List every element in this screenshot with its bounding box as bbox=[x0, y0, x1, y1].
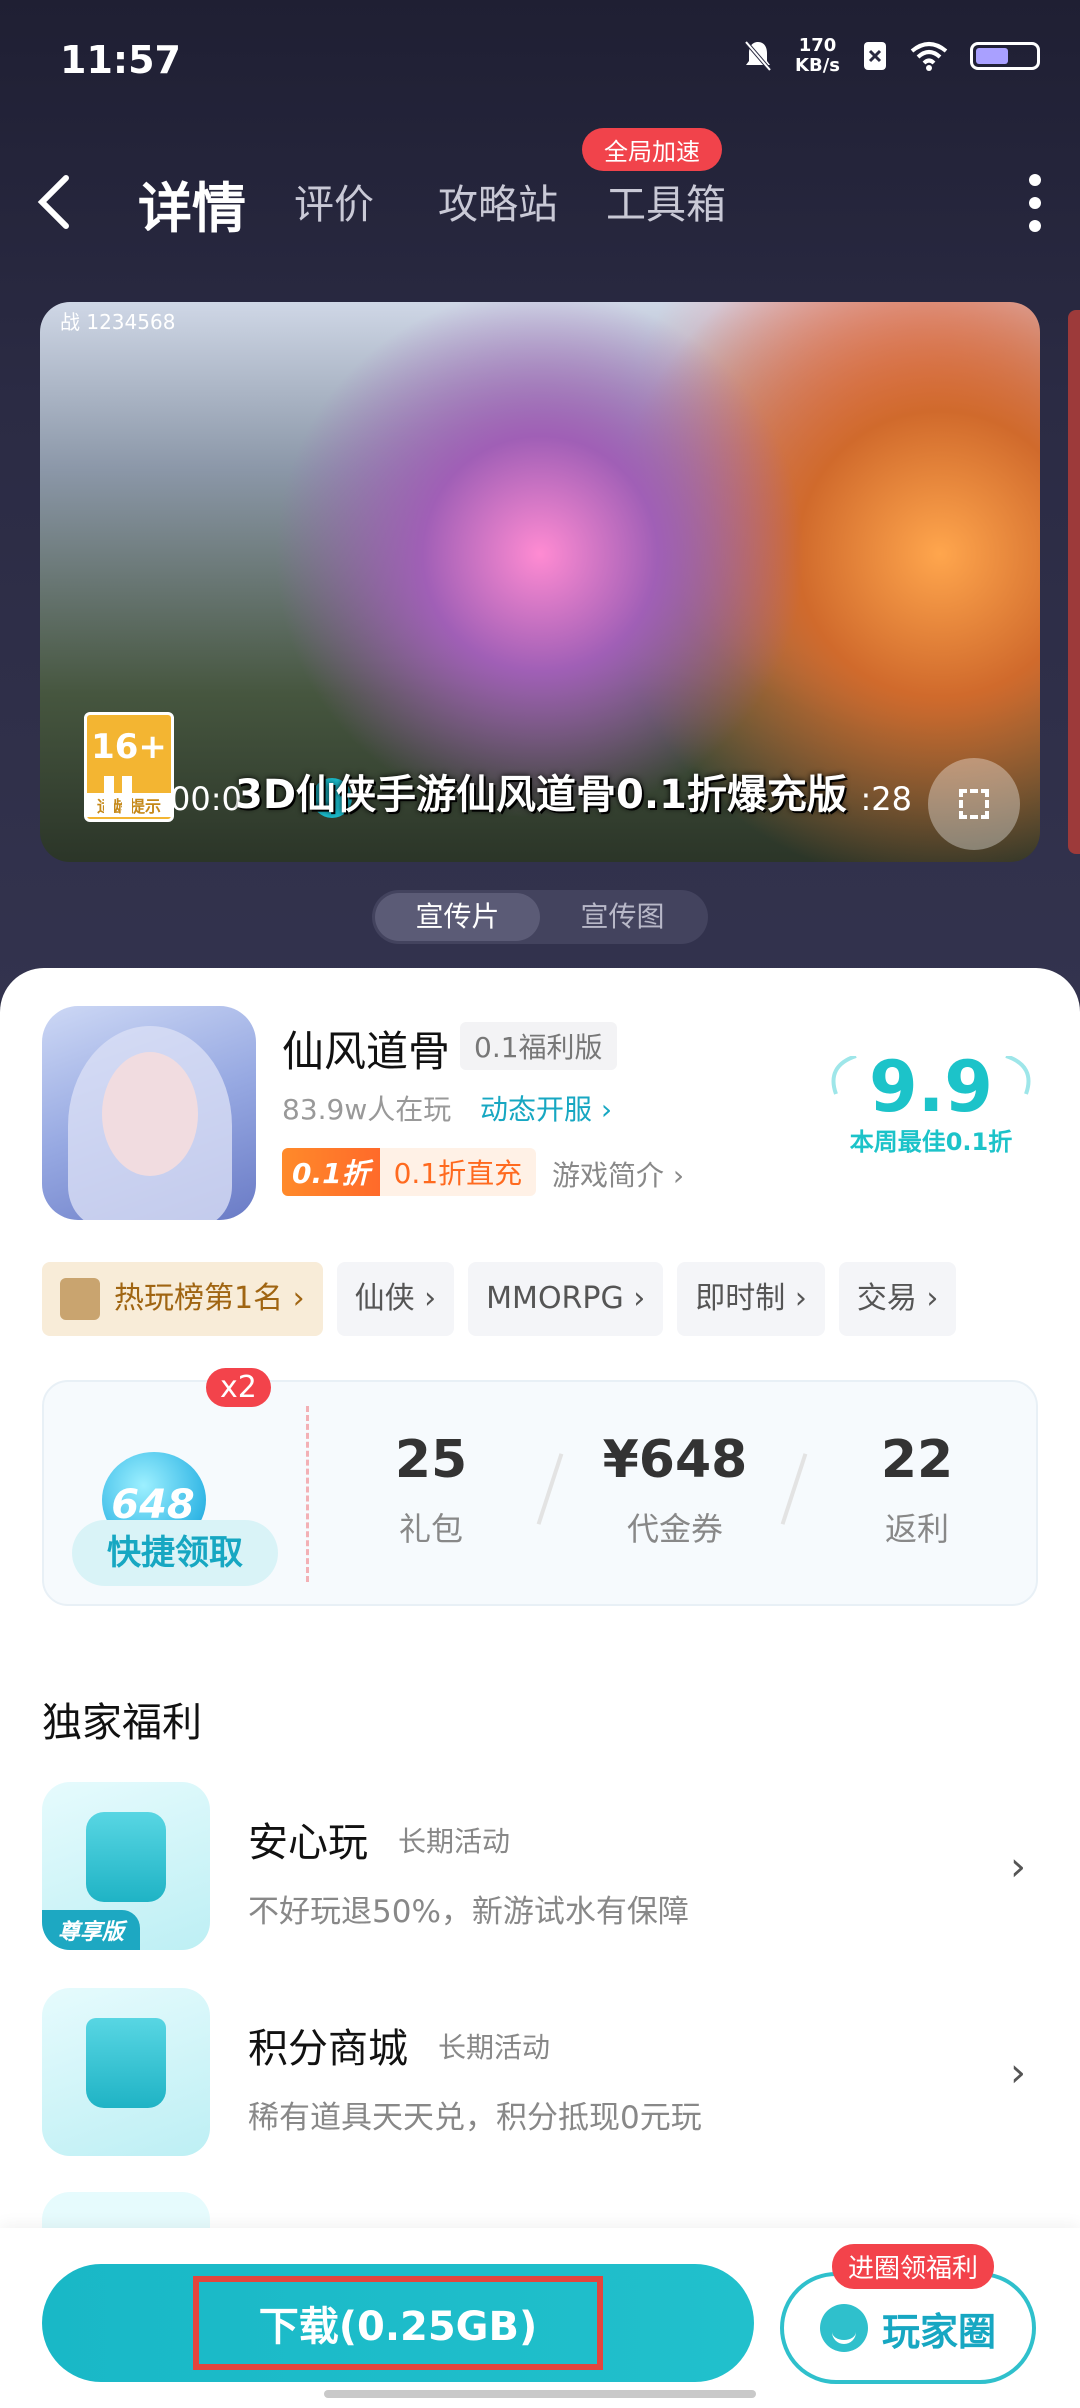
discount-text: 0.1折直充 bbox=[379, 1148, 537, 1196]
media-toggle: 宣传片 宣传图 bbox=[372, 890, 708, 944]
status-time: 11:57 bbox=[60, 38, 181, 82]
download-label: 下载(0.25GB) bbox=[192, 2276, 604, 2370]
video-time-total: :28 bbox=[860, 780, 913, 818]
multiplier-badge: x2 bbox=[206, 1368, 271, 1407]
quick-claim-button[interactable]: 快捷领取 bbox=[72, 1520, 278, 1586]
discount-tag: 0.1折 0.1折直充 bbox=[282, 1148, 537, 1196]
section-title-exclusive: 独家福利 bbox=[42, 1700, 202, 1746]
video-title: 3D仙侠手游仙风道骨0.1折爆充版 bbox=[235, 772, 847, 818]
tag-item[interactable]: 仙侠 › bbox=[336, 1262, 455, 1336]
fullscreen-icon[interactable] bbox=[928, 758, 1020, 850]
more-menu-icon[interactable] bbox=[1020, 168, 1050, 238]
home-indicator[interactable] bbox=[324, 2390, 756, 2398]
tag-hot-rank-label: 热玩榜第1名 › bbox=[114, 1281, 305, 1316]
age-rating: 16+ bbox=[91, 727, 167, 767]
pause-icon[interactable] bbox=[104, 776, 134, 816]
next-media-peek[interactable] bbox=[1068, 310, 1080, 854]
stat-label: 代金券 bbox=[626, 1510, 723, 1548]
score-label: 本周最佳0.1折 bbox=[849, 1128, 1013, 1156]
player-circle-label: 玩家圈 bbox=[881, 2309, 996, 2354]
toolbox-badge: 全局加速 bbox=[582, 128, 722, 171]
trophy-icon bbox=[60, 1278, 100, 1320]
discount-badge: 0.1折 bbox=[282, 1148, 380, 1196]
media-option-video[interactable]: 宣传片 bbox=[375, 893, 540, 941]
shop-icon bbox=[42, 1988, 210, 2156]
tag-item[interactable]: 交易 › bbox=[838, 1262, 957, 1336]
benefit-duration: 长期活动 bbox=[438, 2031, 551, 2064]
game-intro-link[interactable]: 游戏简介 › bbox=[552, 1154, 684, 1194]
benefit-item-partial[interactable] bbox=[42, 2192, 210, 2232]
laurel-icon bbox=[831, 1056, 1031, 1095]
shield-lightning-icon: 尊享版 bbox=[42, 1782, 210, 1950]
game-players: 83.9w人在玩 bbox=[282, 1093, 452, 1126]
benefit-desc: 稀有道具天天兑，积分抵现0元玩 bbox=[248, 2100, 702, 2136]
tag-hot-rank[interactable]: 热玩榜第1名 › bbox=[42, 1262, 323, 1336]
stat-gift-packs: 25 礼包 bbox=[346, 1430, 516, 1550]
benefit-duration: 长期活动 bbox=[398, 1825, 511, 1858]
download-button[interactable]: 下载(0.25GB) bbox=[42, 2264, 754, 2382]
wifi-icon bbox=[910, 42, 948, 71]
benefit-item-peace-of-mind[interactable]: 尊享版 安心玩 长期活动 不好玩退50%，新游试水有保障 › bbox=[42, 1782, 1038, 1952]
smile-icon bbox=[819, 2304, 868, 2352]
tag-row: 热玩榜第1名 › 仙侠 › MMORPG › 即时制 › 交易 › bbox=[42, 1262, 957, 1336]
weekly-score: 9.9 本周最佳0.1折 bbox=[826, 1046, 1036, 1157]
premium-tag: 尊享版 bbox=[42, 1910, 141, 1950]
status-bar: 11:57 170 KB/s bbox=[0, 0, 1080, 120]
chevron-right-icon: › bbox=[1010, 1844, 1026, 1890]
media-option-images[interactable]: 宣传图 bbox=[540, 893, 705, 941]
stat-label: 返利 bbox=[884, 1510, 949, 1548]
game-app-icon bbox=[42, 1006, 256, 1220]
benefit-name: 安心玩 bbox=[248, 1820, 368, 1866]
tab-details[interactable]: 详情 bbox=[138, 164, 246, 243]
network-speed: 170 KB/s bbox=[795, 36, 840, 76]
status-icons: 170 KB/s bbox=[743, 36, 1040, 76]
chevron-right-icon: › bbox=[1010, 2050, 1026, 2096]
speed-unit: KB/s bbox=[795, 55, 840, 76]
back-icon[interactable] bbox=[30, 172, 80, 232]
card-divider bbox=[306, 1406, 309, 1582]
top-navigation: 详情 评价 攻略站 工具箱 全局加速 bbox=[0, 128, 1080, 260]
tag-item[interactable]: MMORPG › bbox=[468, 1262, 664, 1336]
stat-vouchers: ¥648 代金券 bbox=[590, 1430, 760, 1550]
video-time-current: 00:0 bbox=[170, 780, 242, 818]
tag-item[interactable]: 即时制 › bbox=[677, 1262, 825, 1336]
benefit-item-points-mall[interactable]: 积分商城 长期活动 稀有道具天天兑，积分抵现0元玩 › bbox=[42, 1988, 1038, 2158]
dynamic-server-link[interactable]: 动态开服 › bbox=[480, 1088, 612, 1128]
mute-icon bbox=[744, 40, 772, 72]
tab-guides[interactable]: 攻略站 bbox=[438, 172, 558, 230]
stat-value: 22 bbox=[880, 1430, 954, 1490]
battery-icon bbox=[970, 42, 1040, 70]
stat-label: 礼包 bbox=[398, 1510, 463, 1548]
tab-reviews[interactable]: 评价 bbox=[294, 172, 374, 230]
benefit-name: 积分商城 bbox=[248, 2026, 408, 2072]
game-name: 仙风道骨 bbox=[282, 1027, 451, 1076]
player-circle-badge: 进圈领福利 bbox=[832, 2244, 995, 2289]
stat-rebates: 22 返利 bbox=[832, 1430, 1002, 1550]
speed-value: 170 bbox=[798, 35, 837, 56]
promo-video[interactable]: 战 1234568 16+ 适龄提示 00:0 3D仙侠手游仙风道骨0.1折爆充… bbox=[40, 302, 1040, 862]
sim-off-icon bbox=[864, 42, 886, 70]
stat-value: 25 bbox=[394, 1430, 468, 1490]
video-hud-text: 战 1234568 bbox=[60, 310, 176, 334]
game-edition-tag: 0.1福利版 bbox=[460, 1022, 617, 1070]
stat-value: ¥648 bbox=[602, 1430, 748, 1490]
benefit-desc: 不好玩退50%，新游试水有保障 bbox=[248, 1894, 689, 1930]
tab-toolbox[interactable]: 工具箱 bbox=[606, 172, 726, 230]
